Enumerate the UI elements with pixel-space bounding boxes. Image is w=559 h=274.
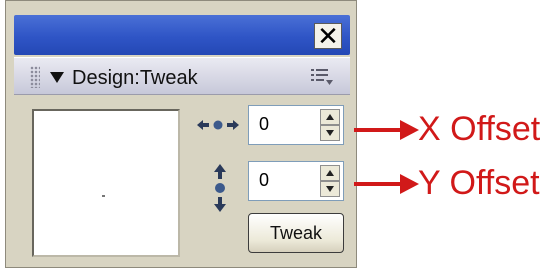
x-offset-value[interactable]: 0 — [259, 114, 269, 135]
arrow-up-icon — [326, 170, 334, 176]
options-menu-icon[interactable] — [310, 67, 334, 87]
y-offset-decrement-button[interactable] — [320, 181, 340, 197]
title-bar[interactable]: ✕ — [14, 15, 350, 55]
preview-point — [102, 195, 105, 197]
panel-body: 0 0 Tweak — [14, 97, 350, 263]
y-offset-callout-label: Y Offset — [418, 164, 540, 202]
y-offset-increment-button[interactable] — [320, 165, 340, 181]
tweak-button-label: Tweak — [269, 222, 323, 243]
x-offset-increment-button[interactable] — [320, 109, 340, 125]
tweak-button[interactable]: Tweak — [248, 213, 344, 253]
drag-grip-icon[interactable] — [30, 66, 40, 88]
x-offset-callout-label: X Offset — [418, 110, 541, 148]
x-offset-callout-arrow — [354, 120, 419, 140]
y-offset-callout-arrow — [354, 174, 419, 194]
arrow-down-icon — [326, 186, 334, 192]
close-icon: ✕ — [317, 21, 339, 51]
x-offset-spin-buttons — [320, 109, 340, 141]
y-offset-stepper[interactable]: 0 — [248, 161, 344, 201]
y-offset-spin-buttons — [320, 165, 340, 197]
tweak-panel: ✕ Design:Tweak 0 0 Tweak — [5, 0, 357, 268]
collapse-triangle-icon[interactable] — [50, 72, 64, 83]
x-offset-stepper[interactable]: 0 — [248, 105, 344, 145]
arrow-up-icon — [326, 114, 334, 120]
close-button[interactable]: ✕ — [314, 23, 342, 49]
preview-box — [32, 109, 180, 257]
arrow-down-icon — [326, 130, 334, 136]
horizontal-move-icon — [197, 120, 239, 130]
panel-header[interactable]: Design:Tweak — [14, 57, 350, 95]
y-offset-value[interactable]: 0 — [259, 170, 269, 191]
panel-title: Design:Tweak — [72, 67, 198, 89]
x-offset-decrement-button[interactable] — [320, 125, 340, 141]
vertical-move-icon — [214, 164, 226, 212]
